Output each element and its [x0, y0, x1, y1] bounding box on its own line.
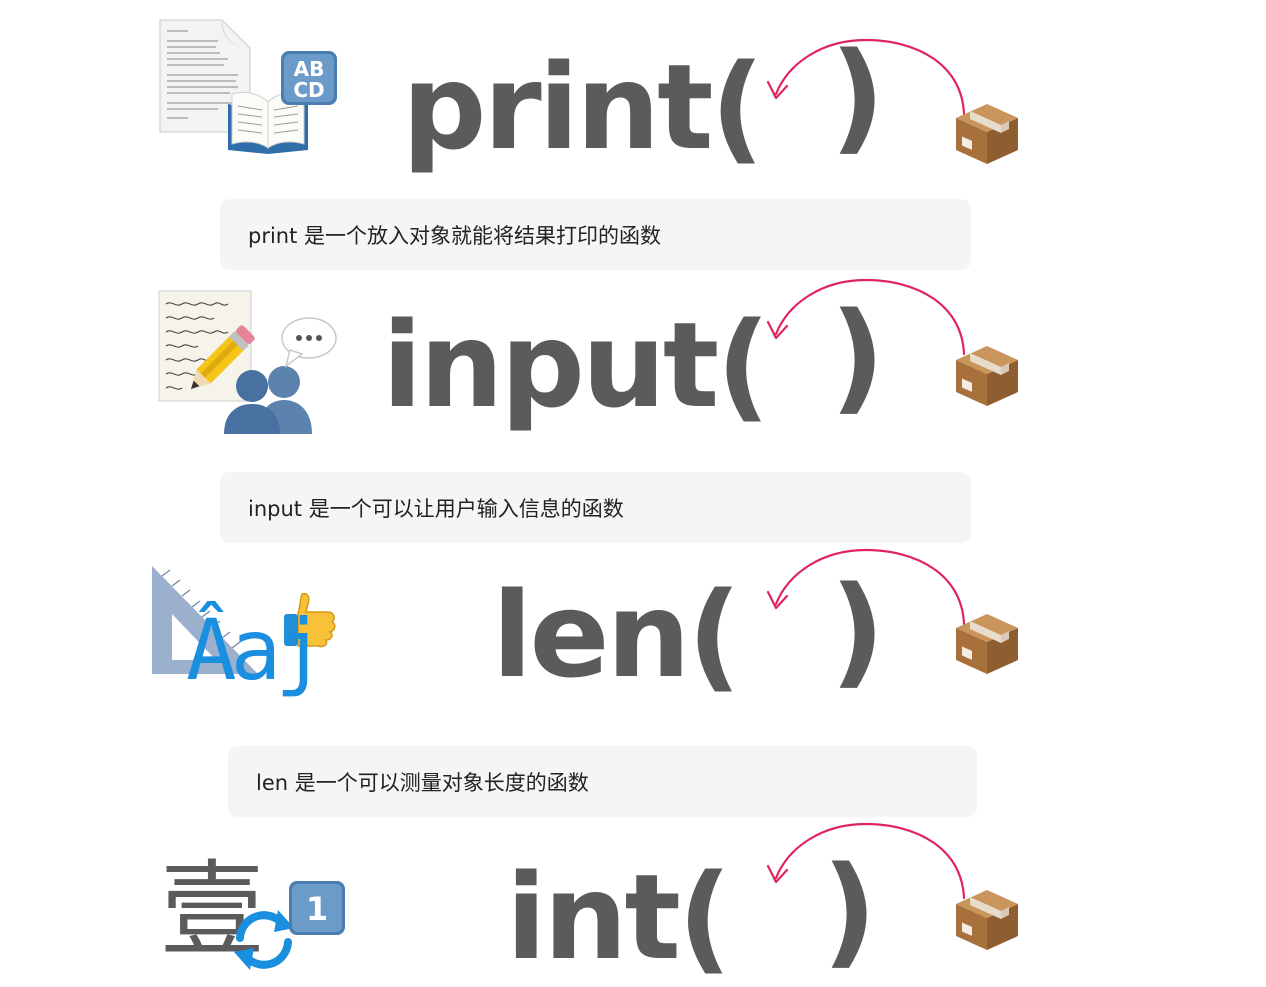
closing-paren: ) [830, 28, 885, 167]
closing-paren: ) [830, 288, 885, 427]
caption-len: len 是一个可以测量对象长度的函数 [228, 746, 977, 817]
function-name-int: int( [506, 848, 732, 986]
busts-in-silhouette-icon [224, 366, 312, 434]
function-name-print: print( [402, 38, 764, 176]
closing-paren: ) [822, 842, 877, 981]
keycap-one-icon: 1 [289, 881, 345, 935]
caption-print: print 是一个放入对象就能将结果打印的函数 [220, 199, 971, 270]
function-name-input: input( [382, 296, 770, 434]
abcd-bottom-label: CD [293, 78, 324, 102]
keycap-digit: 1 [306, 890, 328, 928]
package-icon [952, 608, 1022, 678]
package-icon [952, 98, 1022, 168]
caption-input: input 是一个可以让用户输入信息的函数 [220, 472, 971, 543]
function-name-len: len( [492, 566, 741, 704]
abcd-input-icon: AB CD [281, 51, 337, 105]
package-icon [952, 884, 1022, 954]
closing-paren: ) [830, 562, 885, 701]
speech-bubble-icon [281, 317, 337, 368]
package-icon [952, 340, 1022, 410]
font-sample-icon: Âaj [186, 601, 326, 699]
